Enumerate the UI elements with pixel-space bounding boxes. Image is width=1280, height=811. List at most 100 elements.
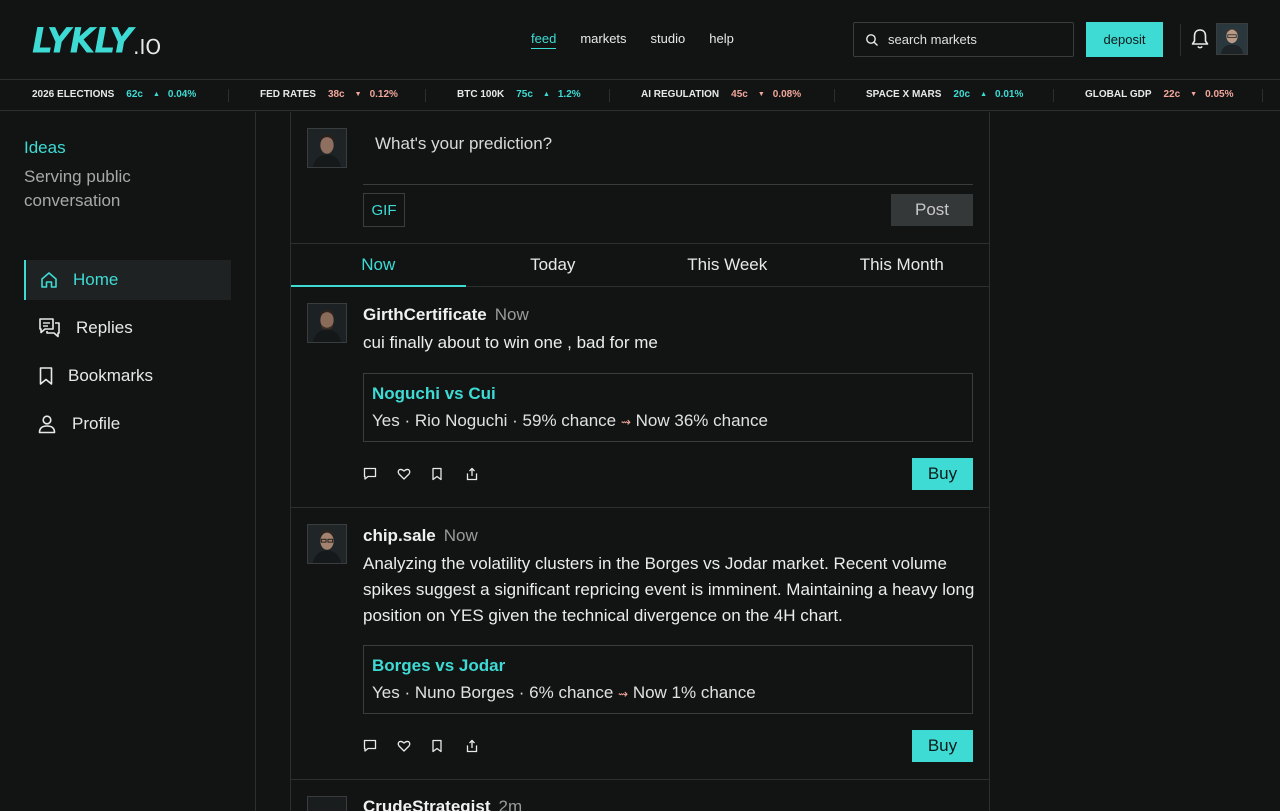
deposit-button[interactable]: deposit xyxy=(1086,22,1163,57)
share-button[interactable] xyxy=(465,739,499,755)
sidebar-item-profile[interactable]: Profile xyxy=(24,404,231,444)
top-header: LYKLY .IO feed markets studio help depos… xyxy=(0,0,1280,80)
tab-this-month[interactable]: This Month xyxy=(815,244,990,286)
ticker-change: 1.2% xyxy=(557,89,581,100)
post-button[interactable]: Post xyxy=(891,194,973,226)
caret-up-icon: ▲ xyxy=(152,91,160,98)
post-avatar[interactable] xyxy=(307,303,347,343)
trend-down-icon: ⇝ xyxy=(618,687,629,701)
market-title[interactable]: Borges vs Jodar xyxy=(372,656,505,676)
market-position: Yes · Rio Noguchi · 59% chance xyxy=(372,411,617,430)
ticker-item[interactable]: 2026 ELECTIONS 62c ▲ 0.04% xyxy=(32,89,196,100)
caret-down-icon: ▼ xyxy=(1190,91,1198,98)
ticker-item[interactable]: GLOBAL GDP 22c ▼ 0.05% xyxy=(1085,89,1233,100)
share-icon xyxy=(466,467,478,481)
post-actions xyxy=(363,467,499,483)
gif-button[interactable]: GIF xyxy=(363,193,405,227)
user-avatar[interactable] xyxy=(1216,23,1248,55)
profile-icon xyxy=(38,415,56,434)
ticker-change: 0.01% xyxy=(995,89,1024,100)
time-filter-tabs: Now Today This Week This Month xyxy=(291,244,989,287)
market-title[interactable]: Noguchi vs Cui xyxy=(372,384,496,404)
ticker-divider xyxy=(228,89,229,102)
logo[interactable]: LYKLY .IO xyxy=(32,22,162,59)
post-avatar[interactable] xyxy=(307,524,347,564)
bookmark-icon xyxy=(39,367,53,385)
market-odds: Yes · Nuno Borges · 6% chance ⇝ Now 1% c… xyxy=(372,683,756,703)
comment-button[interactable] xyxy=(363,739,397,755)
comment-icon xyxy=(363,739,377,752)
compose-box: What's your prediction? GIF Post xyxy=(291,112,989,244)
market-card[interactable]: Borges vs Jodar Yes · Nuno Borges · 6% c… xyxy=(363,645,973,714)
ticker-name: BTC 100K xyxy=(457,89,505,100)
avatar-portrait-icon xyxy=(308,304,346,342)
share-button[interactable] xyxy=(465,467,499,483)
search-icon xyxy=(866,33,878,46)
search-input[interactable] xyxy=(888,32,1058,47)
left-sidebar: Ideas Serving public conversation Home R… xyxy=(0,112,256,811)
sidebar-tagline: Serving public conversation xyxy=(24,167,131,210)
buy-button[interactable]: Buy xyxy=(912,730,973,762)
ticker-name: SPACE X MARS xyxy=(866,89,942,100)
sidebar-item-label: Replies xyxy=(76,318,133,337)
feed-post: chip.sale Now Analyzing the volatility cl… xyxy=(291,508,989,780)
prediction-input[interactable]: What's your prediction? xyxy=(375,134,552,154)
post-body: cui finally about to win one , bad for m… xyxy=(363,333,658,352)
tab-today[interactable]: Today xyxy=(466,244,641,286)
heart-icon xyxy=(397,740,411,752)
sidebar-item-label: Home xyxy=(73,270,119,289)
sidebar-item-bookmarks[interactable]: Bookmarks xyxy=(24,356,231,396)
trend-down-icon: ⇝ xyxy=(620,415,631,429)
sidebar-item-replies[interactable]: Replies xyxy=(24,308,231,348)
sidebar-item-label: Bookmarks xyxy=(68,366,154,385)
share-icon xyxy=(466,739,478,753)
tab-this-week[interactable]: This Week xyxy=(640,244,815,286)
ticker-item[interactable]: BTC 100K 75c ▲ 1.2% xyxy=(457,89,581,100)
like-button[interactable] xyxy=(397,467,431,483)
ticker-price: 75c xyxy=(516,89,533,100)
market-card[interactable]: Noguchi vs Cui Yes · Rio Noguchi · 59% c… xyxy=(363,373,973,442)
heart-icon xyxy=(397,468,411,480)
caret-down-icon: ▼ xyxy=(354,91,362,98)
logo-suffix: .IO xyxy=(133,35,162,59)
buy-button[interactable]: Buy xyxy=(912,458,973,490)
ticker-price: 20c xyxy=(953,89,971,100)
bookmark-button[interactable] xyxy=(431,739,465,755)
like-button[interactable] xyxy=(397,739,431,755)
bookmark-icon xyxy=(432,467,442,481)
ticker-name: GLOBAL GDP xyxy=(1085,89,1152,100)
post-author[interactable]: GirthCertificate Now xyxy=(363,305,529,325)
post-body: Analyzing the volatility clusters in the… xyxy=(363,554,975,625)
avatar-portrait-icon xyxy=(308,525,346,563)
caret-up-icon: ▲ xyxy=(542,91,550,98)
comment-button[interactable] xyxy=(363,467,397,483)
market-current: Now 36% chance xyxy=(635,411,768,430)
ticker-price: 45c xyxy=(731,89,748,100)
ticker-name: FED RATES xyxy=(260,89,316,100)
post-author[interactable]: CrudeStrategist 2m xyxy=(363,797,522,811)
post-author[interactable]: chip.sale Now xyxy=(363,526,478,546)
nav-feed[interactable]: feed xyxy=(531,31,557,49)
bell-icon[interactable] xyxy=(1190,28,1210,50)
bookmark-button[interactable] xyxy=(431,467,465,483)
ticker-item[interactable]: SPACE X MARS 20c ▲ 0.01% xyxy=(866,89,1023,100)
search-box[interactable] xyxy=(853,22,1074,57)
market-current: Now 1% chance xyxy=(632,683,756,702)
ticker-name: 2026 ELECTIONS xyxy=(32,89,115,100)
nav-help[interactable]: help xyxy=(709,31,734,49)
market-position: Yes · Nuno Borges · 6% chance xyxy=(372,683,614,702)
tab-now[interactable]: Now xyxy=(291,244,466,287)
ticker-name: AI REGULATION xyxy=(641,89,720,100)
compose-divider xyxy=(363,184,973,185)
ticker-item[interactable]: FED RATES 38c ▼ 0.12% xyxy=(260,89,398,100)
sidebar-brand[interactable]: Ideas xyxy=(24,138,66,158)
ticker-divider xyxy=(1262,89,1263,102)
avatar-portrait-icon xyxy=(1217,24,1247,54)
sidebar-item-home[interactable]: Home xyxy=(24,260,231,300)
ticker-item[interactable]: AI REGULATION 45c ▼ 0.08% xyxy=(641,89,801,100)
feed-post: GirthCertificate Now cui finally about to… xyxy=(291,287,989,508)
nav-studio[interactable]: studio xyxy=(651,31,686,49)
avatar-portrait-icon xyxy=(308,129,346,167)
post-avatar[interactable] xyxy=(307,796,347,811)
nav-markets[interactable]: markets xyxy=(580,31,626,49)
